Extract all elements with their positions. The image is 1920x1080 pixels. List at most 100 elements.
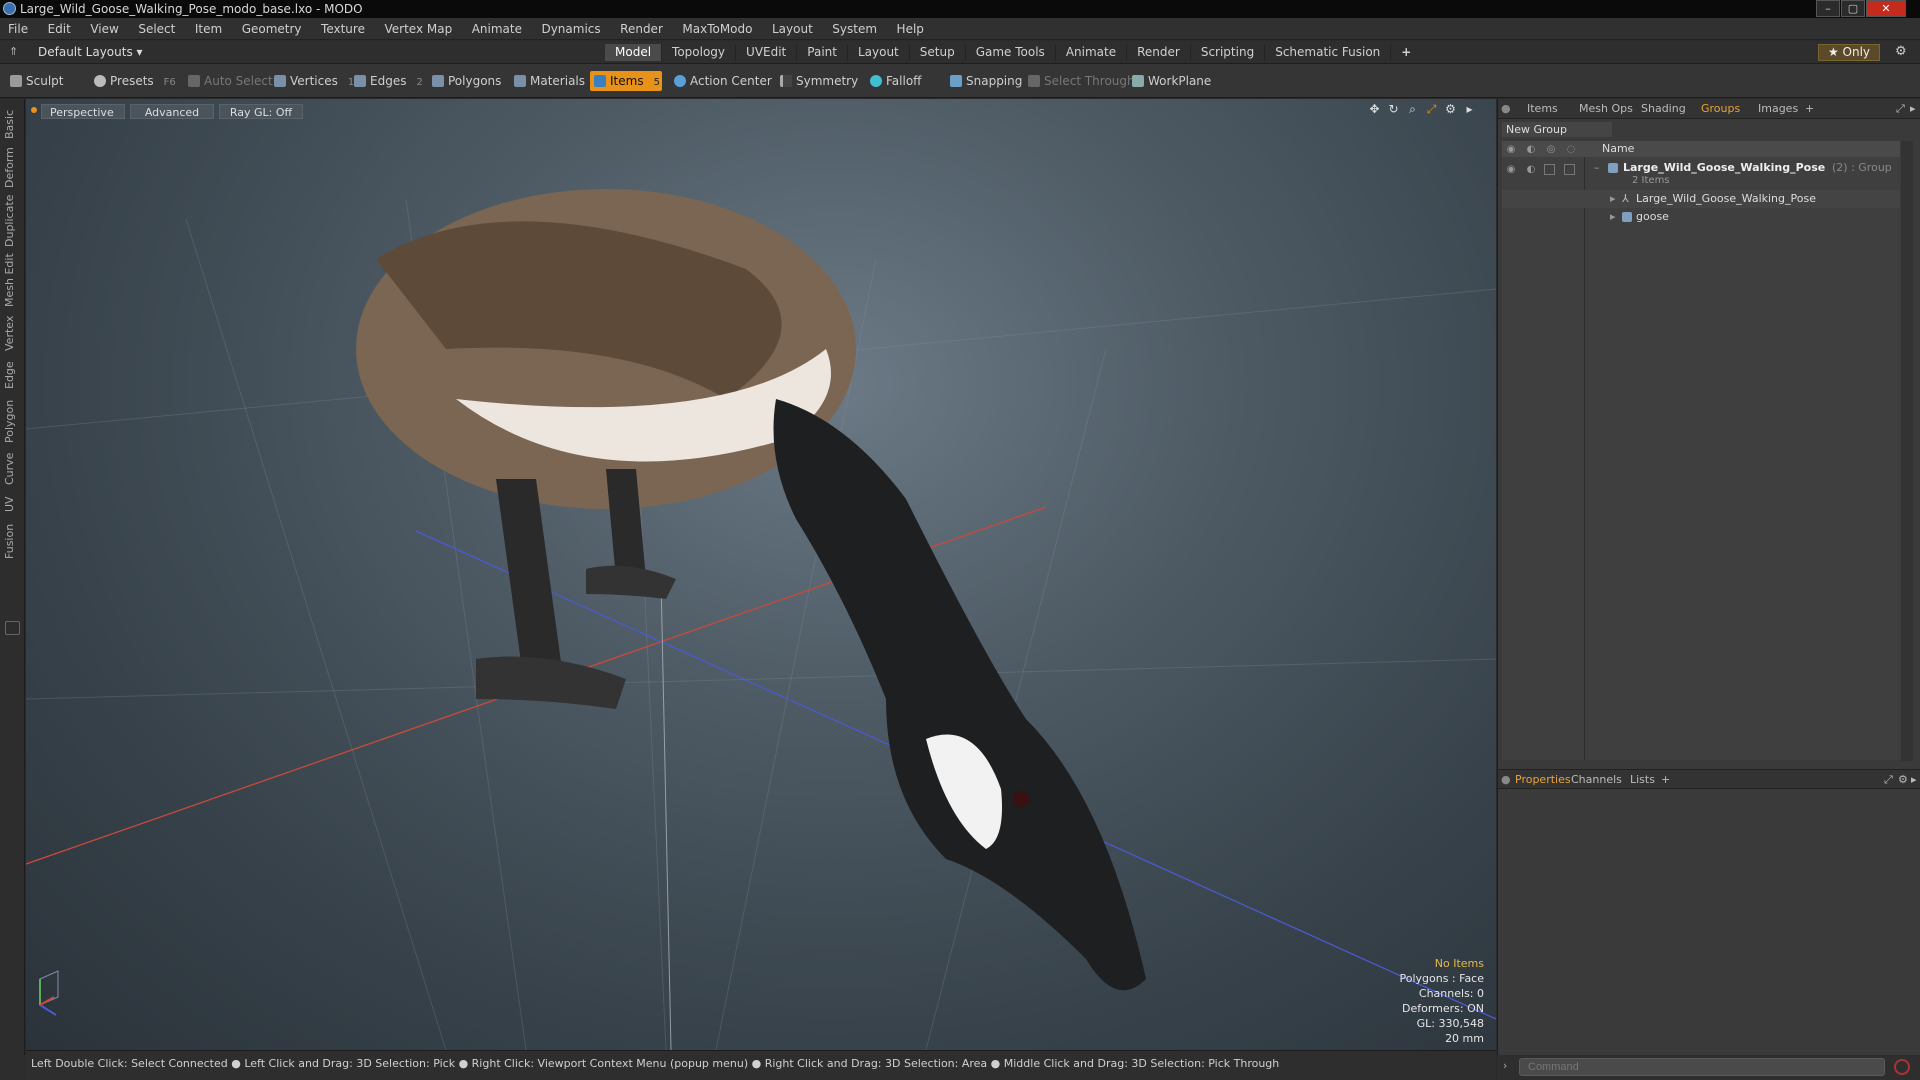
toggle-panel-icon[interactable] (5, 621, 20, 635)
falloff-button[interactable]: Falloff (866, 71, 927, 91)
panel-menu-icon[interactable]: ● (1501, 102, 1511, 115)
tab-model[interactable]: Model (605, 44, 663, 61)
gear-icon[interactable]: ⚙ (1895, 44, 1907, 59)
viewport-settings-icon[interactable]: ⚙ (1444, 103, 1457, 116)
vtab-vertex[interactable]: Vertex (3, 313, 21, 353)
only-button[interactable]: ★ Only (1818, 44, 1880, 61)
vtab-curve[interactable]: Curve (3, 451, 21, 487)
list-item[interactable]: ▸ goose (1502, 208, 1900, 226)
properties-arrow-icon[interactable]: ▸ (1911, 773, 1917, 786)
perspective-button[interactable]: Perspective (41, 104, 125, 119)
new-group-button[interactable]: New Group (1502, 122, 1612, 137)
command-record-icon[interactable] (1894, 1059, 1910, 1075)
expand-properties-icon[interactable]: ⤢ (1884, 773, 1893, 787)
viewport-3d[interactable]: Perspective Advanced Ray GL: Off ✥ ↻ ⌕ ⤢… (26, 99, 1496, 1050)
snapping-button[interactable]: Snapping (946, 71, 1028, 91)
zoom-view-icon[interactable]: ⌕ (1406, 103, 1419, 116)
command-input[interactable] (1519, 1058, 1885, 1076)
tab-channels[interactable]: Channels (1571, 773, 1622, 786)
vtab-deform[interactable]: Deform (3, 147, 21, 189)
add-panel-tab-button[interactable]: + (1805, 102, 1814, 115)
properties-menu-icon[interactable]: ● (1501, 773, 1511, 786)
tab-lists[interactable]: Lists (1630, 773, 1655, 786)
layouts-dropdown[interactable]: Default Layouts ▾ (38, 44, 143, 61)
menu-vertex-map[interactable]: Vertex Map (376, 18, 460, 40)
list-item[interactable]: ▸ ⅄ Large_Wild_Goose_Walking_Pose (1502, 190, 1900, 208)
menu-geometry[interactable]: Geometry (234, 18, 310, 40)
tab-topology[interactable]: Topology (662, 44, 737, 61)
vertices-button[interactable]: Vertices 1 (270, 71, 360, 91)
menu-select[interactable]: Select (130, 18, 183, 40)
select-column-icon[interactable]: ◌ (1564, 142, 1578, 156)
tab-schematic-fusion[interactable]: Schematic Fusion (1265, 44, 1392, 61)
minimize-button[interactable]: – (1816, 0, 1840, 17)
vtab-basic[interactable]: Basic (3, 107, 21, 141)
menu-edit[interactable]: Edit (40, 18, 79, 40)
menu-render[interactable]: Render (612, 18, 671, 40)
vtab-edge[interactable]: Edge (3, 359, 21, 391)
tab-animate[interactable]: Animate (1056, 44, 1128, 61)
tab-game-tools[interactable]: Game Tools (966, 44, 1056, 61)
tree-scrollbar[interactable] (1901, 141, 1913, 761)
select-through-button[interactable]: Select Through (1024, 71, 1141, 91)
menu-dynamics[interactable]: Dynamics (533, 18, 608, 40)
visibility-column-icon[interactable]: ◉ (1504, 142, 1518, 156)
add-tab-button[interactable]: + (1391, 44, 1421, 61)
tab-properties[interactable]: Properties (1515, 773, 1571, 786)
render-column-icon[interactable]: ◐ (1524, 142, 1538, 156)
menu-help[interactable]: Help (889, 18, 932, 40)
move-view-icon[interactable]: ✥ (1368, 103, 1381, 116)
tab-render[interactable]: Render (1127, 44, 1191, 61)
add-properties-tab-button[interactable]: + (1661, 773, 1670, 786)
vtab-fusion[interactable]: Fusion (3, 521, 21, 561)
menu-texture[interactable]: Texture (313, 18, 373, 40)
tab-uvedit[interactable]: UVEdit (736, 44, 798, 61)
menu-system[interactable]: System (824, 18, 885, 40)
close-button[interactable]: ✕ (1866, 0, 1906, 17)
tab-images[interactable]: Images (1758, 102, 1798, 115)
sculpt-button[interactable]: Sculpt (6, 71, 69, 91)
tab-mesh-ops[interactable]: Mesh Ops (1579, 102, 1633, 115)
fit-view-icon[interactable]: ⤢ (1425, 103, 1438, 116)
auto-select-button[interactable]: Auto Select (184, 71, 279, 91)
vtab-uv[interactable]: UV (3, 493, 21, 515)
name-column-header[interactable]: Name (1602, 141, 1634, 157)
tab-groups[interactable]: Groups (1701, 102, 1740, 115)
tab-paint[interactable]: Paint (797, 44, 848, 61)
rotate-view-icon[interactable]: ↻ (1387, 103, 1400, 116)
presets-button[interactable]: Presets F6 (90, 71, 182, 91)
menu-animate[interactable]: Animate (464, 18, 530, 40)
items-button[interactable]: Items 5 (590, 71, 662, 91)
edges-button[interactable]: Edges 2 (350, 71, 429, 91)
menu-item[interactable]: Item (187, 18, 230, 40)
workplane-button[interactable]: WorkPlane (1128, 71, 1217, 91)
tab-setup[interactable]: Setup (910, 44, 966, 61)
panel-arrow-icon[interactable]: ▸ (1910, 102, 1916, 115)
vtab-polygon[interactable]: Polygon (3, 397, 21, 445)
properties-settings-icon[interactable]: ⚙ (1898, 773, 1908, 786)
tab-items[interactable]: Items (1527, 102, 1558, 115)
lock-column-icon[interactable]: ◎ (1544, 142, 1558, 156)
materials-button[interactable]: Materials (510, 71, 591, 91)
menu-file[interactable]: File (0, 18, 36, 40)
tab-scripting[interactable]: Scripting (1191, 44, 1266, 61)
vtab-mesh-edit[interactable]: Mesh Edit (3, 253, 21, 307)
command-arrow-icon[interactable]: › (1503, 1059, 1507, 1072)
item-expand-icon[interactable]: ▸ (1610, 208, 1616, 226)
expand-panel-icon[interactable]: ⤢ (1896, 102, 1905, 116)
symmetry-button[interactable]: Symmetry (776, 71, 864, 91)
tab-layout[interactable]: Layout (848, 44, 910, 61)
collapse-icon[interactable]: ⇑ (9, 45, 18, 58)
raygl-button[interactable]: Ray GL: Off (219, 104, 303, 119)
maximize-button[interactable]: ▢ (1841, 0, 1865, 17)
item-expand-icon[interactable]: ▸ (1610, 190, 1616, 208)
menu-view[interactable]: View (82, 18, 126, 40)
menu-layout[interactable]: Layout (764, 18, 821, 40)
vtab-duplicate[interactable]: Duplicate (3, 195, 21, 247)
action-center-button[interactable]: Action Center (670, 71, 778, 91)
polygons-button[interactable]: Polygons (428, 71, 507, 91)
menu-maxtomodo[interactable]: MaxToModo (674, 18, 760, 40)
advanced-button[interactable]: Advanced (130, 104, 214, 119)
tab-shading[interactable]: Shading (1641, 102, 1686, 115)
viewport-menu-icon[interactable]: ▸ (1463, 103, 1476, 116)
